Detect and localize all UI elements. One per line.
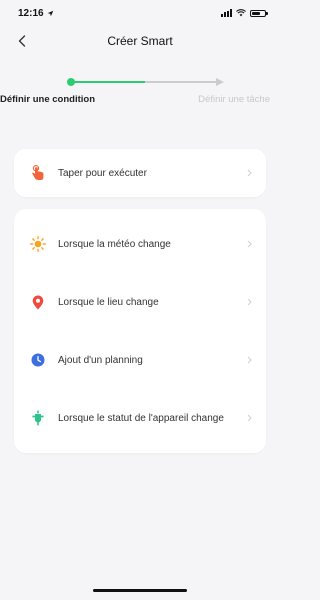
device-icon — [30, 410, 46, 426]
home-indicator[interactable] — [93, 589, 187, 592]
status-bar: 12:16 — [0, 0, 280, 26]
step-label-task: Définir une tâche — [198, 94, 270, 105]
chevron-right-icon — [244, 413, 254, 423]
location-change-label: Lorsque le lieu change — [58, 296, 159, 308]
step-progress: Définir une condition Définir une tâche — [0, 64, 280, 114]
location-arrow-icon — [47, 10, 53, 16]
conditions-card: Lorsque la météo change Lorsque le lieu … — [14, 209, 266, 453]
location-pin-icon — [30, 294, 46, 310]
cellular-signal-icon — [221, 9, 232, 17]
wifi-icon — [236, 9, 246, 17]
step-track — [67, 78, 224, 86]
back-button[interactable] — [12, 31, 32, 51]
status-time: 12:16 — [18, 7, 44, 19]
clock-icon — [30, 352, 46, 368]
chevron-left-icon — [18, 35, 26, 47]
step-label-condition: Définir une condition — [0, 94, 95, 105]
tap-to-run-item[interactable]: Taper pour exécuter — [14, 149, 266, 197]
device-status-item[interactable]: Lorsque le statut de l'appareil change — [14, 389, 266, 447]
chevron-right-icon — [244, 297, 254, 307]
schedule-item[interactable]: Ajout d'un planning — [14, 331, 266, 389]
battery-icon — [250, 9, 268, 17]
step-arrow-icon — [216, 78, 224, 86]
tap-hand-icon — [30, 165, 46, 181]
sun-icon — [30, 236, 46, 252]
chevron-right-icon — [244, 168, 254, 178]
step-dot-active — [67, 78, 75, 86]
page-title: Créer Smart — [107, 34, 173, 48]
tap-to-run-label: Taper pour exécuter — [58, 167, 147, 179]
schedule-label: Ajout d'un planning — [58, 354, 143, 366]
weather-change-item[interactable]: Lorsque la météo change — [14, 215, 266, 273]
nav-bar: Créer Smart — [0, 26, 280, 56]
chevron-right-icon — [244, 239, 254, 249]
weather-change-label: Lorsque la météo change — [58, 238, 171, 250]
location-change-item[interactable]: Lorsque le lieu change — [14, 273, 266, 331]
device-status-label: Lorsque le statut de l'appareil change — [58, 412, 224, 424]
chevron-right-icon — [244, 355, 254, 365]
primary-action-card: Taper pour exécuter — [14, 149, 266, 197]
